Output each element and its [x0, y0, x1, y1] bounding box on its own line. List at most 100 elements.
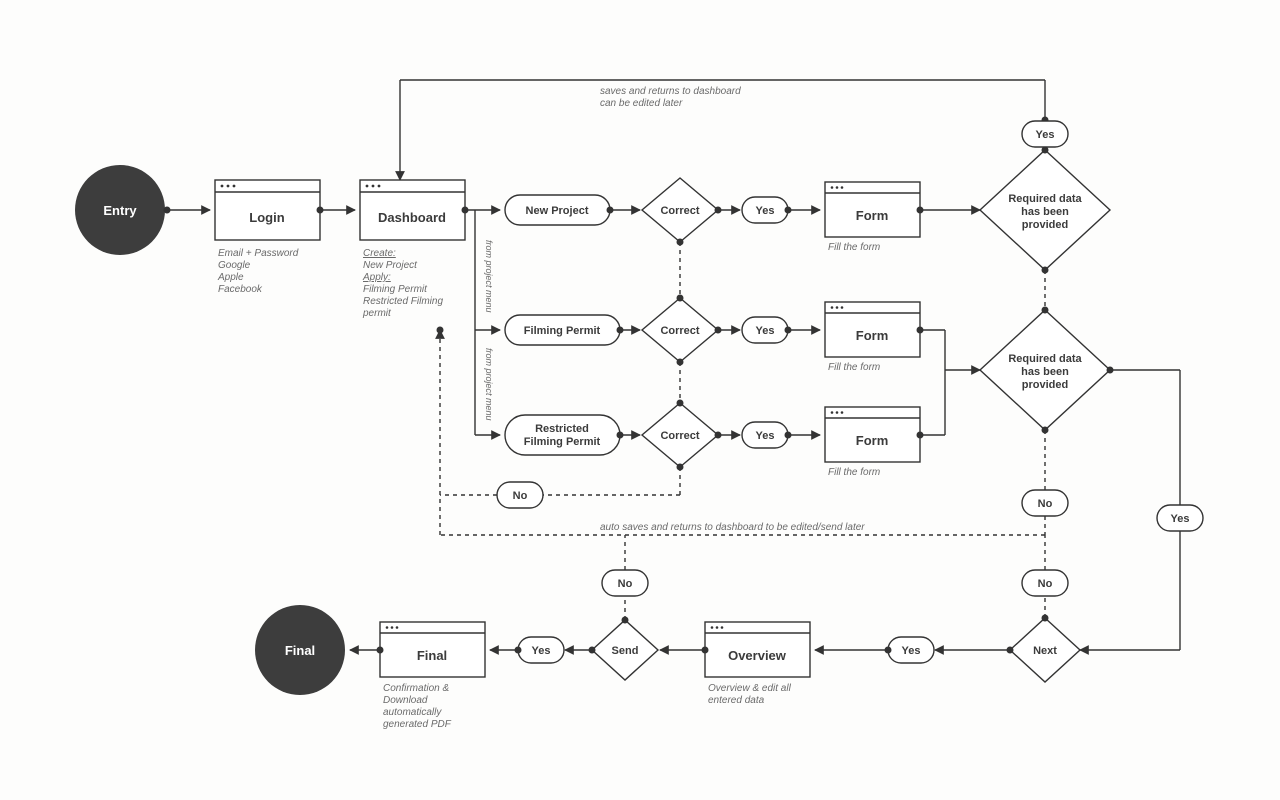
svg-text:has been: has been: [1021, 366, 1069, 378]
flow-diagram: saves and returns to dashboard can be ed…: [0, 0, 1280, 800]
final-screen: Final: [380, 622, 485, 677]
edge-yesS-final: [490, 647, 522, 654]
yes-pill-2: Yes: [742, 317, 788, 343]
edge-yes1-form1: [785, 207, 821, 214]
form-screen-1: Form: [825, 182, 920, 237]
svg-text:Filming Permit: Filming Permit: [524, 436, 601, 448]
svg-text:Required data: Required data: [1008, 353, 1082, 365]
note-top-1: saves and returns to dashboard: [600, 86, 741, 97]
svg-text:Correct: Correct: [660, 430, 699, 442]
svg-text:No: No: [618, 578, 633, 590]
edge-np-correct: [607, 207, 641, 214]
note-mid: auto saves and returns to dashboard to b…: [600, 522, 865, 533]
dash-cap-2: Filming Permit: [363, 284, 428, 295]
yes-pill-next: Yes: [888, 637, 934, 663]
svg-text:provided: provided: [1022, 379, 1068, 391]
edge-correct3-no: [543, 464, 684, 496]
dash-cap-3: Restricted Filming: [363, 296, 443, 307]
edge-form3-req2: [917, 370, 946, 439]
final-cap-1: Confirmation &: [383, 683, 449, 694]
login-cap-1: Email + Password: [218, 248, 299, 259]
svg-text:Form: Form: [856, 433, 889, 448]
edge-yes3-form3: [785, 432, 821, 439]
note-top-2: can be edited later: [600, 98, 683, 109]
edge-fp-correct: [617, 327, 641, 334]
svg-text:Yes: Yes: [902, 645, 921, 657]
form-screen-2: Form: [825, 302, 920, 357]
form1-cap: Fill the form: [828, 242, 880, 253]
svg-text:Form: Form: [856, 328, 889, 343]
svg-text:provided: provided: [1022, 219, 1068, 231]
svg-text:Send: Send: [612, 645, 639, 657]
required-diamond-2: Required data has been provided: [980, 310, 1110, 430]
send-diamond: Send: [592, 620, 658, 680]
yes-pill-right: Yes: [1157, 505, 1203, 531]
edge-form1-req1: [917, 207, 981, 214]
svg-text:Dashboard: Dashboard: [378, 210, 446, 225]
login-cap-4: Facebook: [218, 284, 263, 295]
yes-pill-top: Yes: [1022, 121, 1068, 147]
correct-diamond-2: Correct: [642, 298, 718, 362]
svg-text:Yes: Yes: [756, 205, 775, 217]
edge-correct1-down: [677, 239, 684, 299]
final-cap-2: Download: [383, 695, 428, 706]
login-cap-3: Apple: [217, 272, 244, 283]
yes-pill-3: Yes: [742, 422, 788, 448]
overview-cap-2: entered data: [708, 695, 765, 706]
no-pill-req2: No: [1022, 490, 1068, 516]
from-menu-2: from project menu: [484, 348, 494, 421]
svg-text:Yes: Yes: [756, 430, 775, 442]
form3-cap: Fill the form: [828, 467, 880, 478]
edge-correct2-down: [677, 359, 684, 404]
svg-text:Yes: Yes: [532, 645, 551, 657]
svg-text:Correct: Correct: [660, 205, 699, 217]
form-screen-3: Form: [825, 407, 920, 462]
form2-cap: Fill the form: [828, 362, 880, 373]
dash-cap-h1: Create:: [363, 248, 396, 259]
svg-text:Yes: Yes: [1171, 513, 1190, 525]
edge-dash-newproject: [462, 207, 501, 214]
edge-correct2-yes2: [715, 327, 741, 334]
edge-login-dashboard: [317, 207, 356, 214]
no-pill-correct: No: [497, 482, 543, 508]
edge-next-no: [1042, 596, 1049, 622]
svg-text:Entry: Entry: [103, 203, 137, 218]
svg-text:New Project: New Project: [526, 205, 589, 217]
edge-next-yes: [935, 647, 1014, 654]
correct-diamond-1: Correct: [642, 178, 718, 242]
svg-text:has been: has been: [1021, 206, 1069, 218]
edge-req2-down: [1042, 427, 1049, 491]
svg-text:Yes: Yes: [756, 325, 775, 337]
svg-text:Restricted: Restricted: [535, 423, 589, 435]
dash-cap-4: permit: [362, 308, 392, 319]
from-menu-1: from project menu: [484, 240, 494, 313]
edge-req1-down: [1042, 267, 1049, 311]
svg-text:No: No: [513, 490, 528, 502]
edge-entry-login: [164, 207, 211, 214]
svg-text:Yes: Yes: [1036, 129, 1055, 141]
svg-text:Final: Final: [417, 648, 447, 663]
new-project-pill: New Project: [505, 195, 610, 225]
svg-text:Filming Permit: Filming Permit: [524, 325, 601, 337]
edge-correct1-yes1: [715, 207, 741, 214]
next-diamond: Next: [1010, 618, 1080, 682]
edge-form2-req2: [917, 327, 981, 371]
edge-send-no: [622, 596, 629, 624]
edge-rfp-correct: [617, 432, 641, 439]
edge-yesN-overview: [815, 647, 892, 654]
svg-text:No: No: [1038, 578, 1053, 590]
svg-text:Required data: Required data: [1008, 193, 1082, 205]
svg-text:Overview: Overview: [728, 648, 787, 663]
yes-pill-send: Yes: [518, 637, 564, 663]
entry-node: Entry: [75, 165, 165, 255]
login-screen: Login: [215, 180, 320, 240]
edge-send-yes: [565, 647, 596, 654]
edge-correct3-yes3: [715, 432, 741, 439]
no-pill-send: No: [602, 570, 648, 596]
svg-text:Form: Form: [856, 208, 889, 223]
required-diamond-1: Required data has been provided: [980, 150, 1110, 270]
correct-diamond-3: Correct: [642, 403, 718, 467]
final-cap-4: generated PDF: [383, 719, 452, 730]
login-cap-2: Google: [218, 260, 251, 271]
final-cap-3: automatically: [383, 707, 442, 718]
